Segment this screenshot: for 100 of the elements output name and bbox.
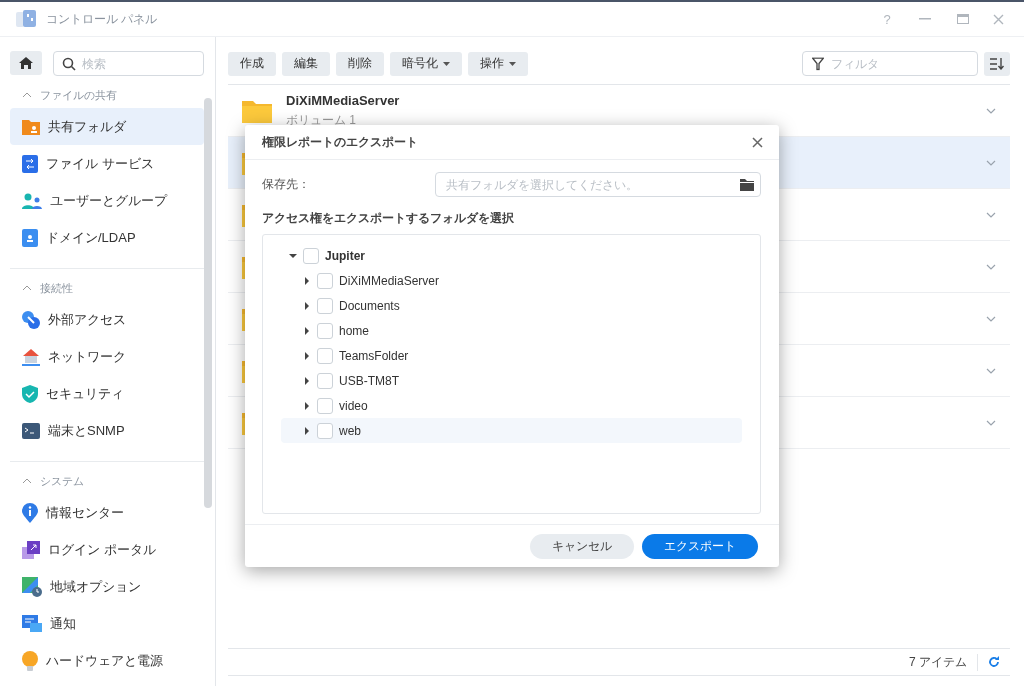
tree-row[interactable]: home [281, 318, 742, 343]
caret-right-icon[interactable] [303, 326, 311, 335]
section-title: 接続性 [40, 280, 73, 296]
sidebar-item[interactable]: ネットワーク [10, 338, 204, 375]
section-title: ファイルの共有 [40, 87, 117, 103]
login-portal-icon [22, 540, 40, 559]
sidebar-item[interactable]: 情報センター [10, 494, 204, 531]
caret-down-icon [443, 61, 450, 66]
home-button[interactable] [10, 51, 42, 75]
sort-icon [990, 57, 1004, 70]
tree-label: Documents [339, 298, 400, 313]
tree-row[interactable]: video [281, 393, 742, 418]
collapse-icon[interactable] [22, 478, 32, 484]
destination-field[interactable]: 共有フォルダを選択してください。 [435, 172, 761, 197]
toolbar-button[interactable]: 削除 [336, 51, 384, 76]
id-card-icon [22, 228, 38, 247]
checkbox[interactable] [317, 297, 333, 314]
chevron-down-icon[interactable] [986, 263, 996, 270]
message-icon [22, 614, 42, 633]
tree-row[interactable]: USB-TM8T [281, 368, 742, 393]
sidebar-item[interactable]: 共有フォルダ [10, 108, 204, 145]
sidebar-item[interactable]: 端末とSNMP [10, 412, 204, 449]
sidebar-item[interactable]: セキュリティ [10, 375, 204, 412]
tree-label: web [339, 423, 361, 438]
app-logo-icon [16, 9, 36, 29]
window-title: コントロール パネル [46, 10, 159, 28]
close-icon[interactable] [752, 136, 763, 148]
toolbar-button[interactable]: 操作 [468, 51, 528, 76]
caret-down-icon [509, 61, 516, 66]
checkbox[interactable] [317, 372, 333, 389]
scrollbar[interactable] [204, 98, 212, 508]
terminal-icon [22, 422, 40, 439]
tree-label: TeamsFolder [339, 348, 409, 363]
tree-label: Jupiter [325, 248, 365, 263]
cancel-button[interactable]: キャンセル [530, 533, 634, 559]
caret-right-icon[interactable] [303, 426, 311, 435]
filter-field[interactable]: フィルタ [802, 51, 978, 76]
chevron-down-icon[interactable] [986, 367, 996, 374]
checkbox[interactable] [317, 347, 333, 364]
sidebar-item[interactable]: 外部アクセス [10, 301, 204, 338]
chevron-down-icon[interactable] [986, 159, 996, 166]
checkbox[interactable] [317, 272, 333, 289]
search-icon [62, 56, 76, 71]
tree-row[interactable]: TeamsFolder [281, 343, 742, 368]
light-bulb-icon [22, 650, 38, 671]
folder-icon [242, 98, 272, 123]
sidebar-item[interactable]: ログイン ポータル [10, 531, 204, 568]
chevron-down-icon[interactable] [986, 211, 996, 218]
house-icon [22, 347, 40, 366]
toolbar-button[interactable]: 編集 [282, 51, 330, 76]
refresh-icon[interactable] [988, 656, 1000, 668]
checkbox[interactable] [317, 322, 333, 339]
section-label: アクセス権をエクスポートするフォルダを選択 [262, 210, 515, 227]
file-transfer-icon [22, 154, 38, 173]
map-clock-icon [22, 576, 42, 597]
section-title: システム [40, 473, 84, 489]
export-button[interactable]: エクスポート [642, 533, 758, 559]
sidebar-item[interactable]: ユーザーとグループ [10, 182, 204, 219]
chevron-down-icon[interactable] [986, 107, 996, 114]
checkbox[interactable] [317, 422, 333, 439]
tree-row[interactable]: DiXiMMediaServer [281, 268, 742, 293]
folder-name: DiXiMMediaServer [286, 92, 401, 108]
users-icon [22, 192, 42, 209]
link-icon [22, 310, 40, 329]
sort-button[interactable] [984, 51, 1010, 76]
toolbar-button[interactable]: 作成 [228, 51, 276, 76]
tree-label: DiXiMMediaServer [339, 273, 440, 288]
tree-label: home [339, 323, 370, 338]
sidebar-item[interactable]: ドメイン/LDAP [10, 219, 204, 256]
item-count: 7 アイテム [909, 653, 978, 671]
sidebar-item[interactable]: ファイル サービス [10, 145, 204, 182]
folder-icon [22, 118, 40, 135]
filter-icon [812, 57, 824, 70]
field-label: 保存先： [262, 176, 311, 193]
checkbox[interactable] [303, 247, 319, 264]
chevron-down-icon[interactable] [986, 419, 996, 426]
collapse-icon[interactable] [22, 285, 32, 291]
tree-label: video [339, 398, 368, 413]
sidebar-item[interactable]: 通知 [10, 605, 204, 642]
tree-label: USB-TM8T [339, 373, 399, 388]
sidebar-item[interactable]: 地域オプション [10, 568, 204, 605]
tree-row[interactable]: Documents [281, 293, 742, 318]
checkbox[interactable] [317, 397, 333, 414]
maximize-icon[interactable] [957, 14, 969, 24]
tree-row[interactable]: Jupiter [281, 243, 742, 268]
search-field[interactable]: 検索 [53, 51, 204, 76]
caret-right-icon[interactable] [303, 301, 311, 310]
minimize-icon[interactable] [919, 18, 931, 20]
home-icon [19, 57, 33, 69]
collapse-icon[interactable] [22, 92, 32, 98]
toolbar-button[interactable]: 暗号化 [390, 51, 462, 76]
caret-right-icon[interactable] [303, 276, 311, 285]
caret-right-icon[interactable] [303, 351, 311, 360]
tree-row[interactable]: web [281, 418, 742, 443]
caret-right-icon[interactable] [303, 401, 311, 410]
info-pin-icon [22, 502, 38, 523]
caret-down-icon[interactable] [289, 251, 297, 260]
chevron-down-icon[interactable] [986, 315, 996, 322]
sidebar-item[interactable]: ハードウェアと電源 [10, 642, 204, 679]
caret-right-icon[interactable] [303, 376, 311, 385]
